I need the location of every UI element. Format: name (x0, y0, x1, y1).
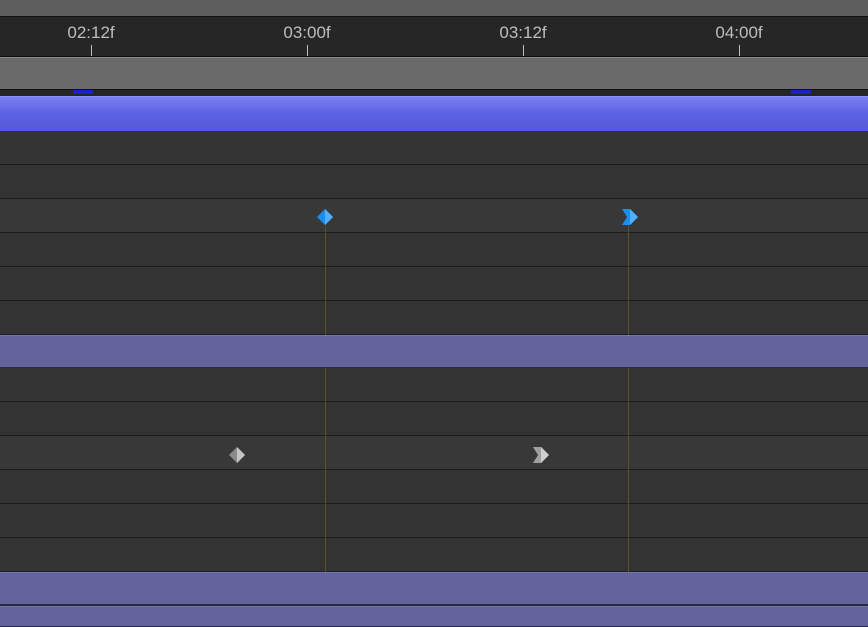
ruler-tick-label: 04:00f (715, 23, 763, 42)
layer-duration-bar[interactable] (0, 572, 868, 605)
ruler-tick-label: 02:12f (67, 23, 115, 42)
time-ruler[interactable]: 02:12f 03:00f 03:12f 04:00f (0, 17, 868, 57)
property-row[interactable] (0, 233, 868, 267)
ease-in-keyframe-icon[interactable] (531, 446, 551, 464)
ruler-tick-label: 03:12f (499, 23, 547, 42)
work-area-start-handle[interactable] (73, 90, 93, 94)
property-row[interactable] (0, 131, 868, 165)
ruler-tick-mark (739, 45, 740, 56)
property-row[interactable] (0, 267, 868, 301)
property-row[interactable] (0, 165, 868, 199)
ease-in-keyframe-icon[interactable] (620, 208, 640, 226)
layer-duration-bar[interactable] (0, 606, 868, 627)
ruler-tick-mark (307, 45, 308, 56)
linear-diamond-icon[interactable] (316, 208, 334, 226)
keyframe-guide-line (325, 368, 326, 572)
property-row[interactable] (0, 402, 868, 436)
property-row[interactable] (0, 470, 868, 504)
property-row[interactable] (0, 504, 868, 538)
work-area-end-handle[interactable] (791, 90, 811, 94)
ruler-tick-label: 03:00f (283, 23, 331, 42)
ruler-tick-mark (91, 45, 92, 56)
composition-navigator-bar[interactable] (0, 0, 868, 17)
layer-duration-bar[interactable] (0, 335, 868, 368)
keyframe-guide-line (628, 226, 629, 335)
property-row-keyframed[interactable] (0, 436, 868, 470)
property-row[interactable] (0, 538, 868, 572)
keyframe-guide-line (325, 226, 326, 335)
ruler-tick-mark (523, 45, 524, 56)
keyframe-guide-line (628, 368, 629, 572)
property-row-selected[interactable] (0, 199, 868, 233)
property-row[interactable] (0, 368, 868, 402)
linear-diamond-icon[interactable] (228, 446, 246, 464)
layer-duration-bar-selected[interactable] (0, 96, 868, 133)
property-row[interactable] (0, 301, 868, 335)
work-area-bar[interactable] (0, 57, 868, 91)
